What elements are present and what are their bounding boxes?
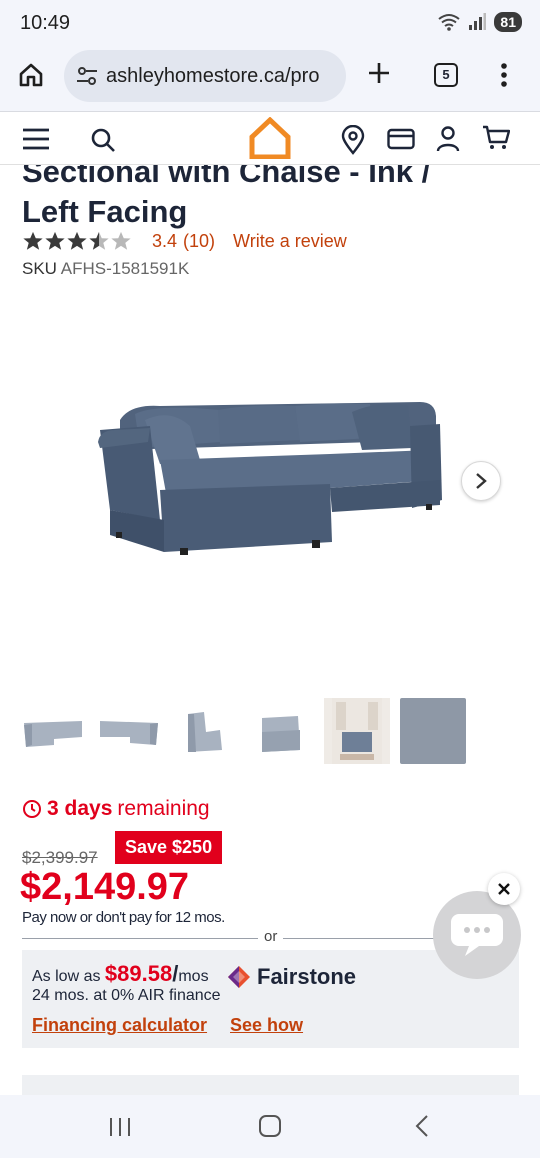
see-how-link[interactable]: See how [230,1015,303,1036]
chevron-right-icon [476,473,487,489]
address-bar[interactable]: ashleyhomestore.ca/pro [64,50,346,102]
thumbnail-sectional-right[interactable] [96,698,162,764]
thumbnail-strip [20,698,466,764]
thumbnail-room-scene[interactable] [324,698,390,764]
tab-switcher-button[interactable]: 5 [434,63,458,87]
search-icon[interactable] [90,127,116,153]
pay-later-note: Pay now or don't pay for 12 mos. [22,909,225,926]
review-count[interactable]: (10) [183,231,215,252]
sku-label: SKU [22,259,57,278]
cart-icon[interactable] [482,125,510,151]
chat-close-button[interactable] [488,873,520,905]
system-nav-bar [0,1095,540,1158]
fairstone-logo: Fairstone [227,964,356,990]
mos-label: mos [178,968,209,985]
more-menu-icon[interactable] [500,62,508,88]
clock-icon [23,800,41,818]
home-icon[interactable] [18,62,44,88]
home-button-icon[interactable] [258,1114,282,1138]
account-icon[interactable] [436,125,460,153]
star-full-icon [67,231,87,250]
star-half-icon [89,231,109,250]
image-next-button[interactable] [461,461,501,501]
battery-badge: 81 [494,12,522,32]
browser-toolbar: ashleyhomestore.ca/pro 5 [0,46,540,112]
as-low-as-label: As low as [32,968,101,985]
close-icon [498,883,510,895]
star-rating[interactable] [22,230,132,252]
sku-value: AFHS-1581591K [60,259,190,278]
status-time: 10:49 [20,12,71,34]
rating-score[interactable]: 3.4 [152,231,177,252]
sale-timer: 3 days remaining [22,797,210,821]
financing-terms: 24 mos. at 0% AIR finance [32,987,221,1004]
timer-count: 3 days [47,797,113,820]
site-header [0,113,540,165]
financing-calculator-link[interactable]: Financing calculator [32,1015,207,1036]
wifi-icon [438,14,461,31]
fairstone-diamond-icon [228,966,250,988]
new-tab-icon[interactable] [366,60,392,86]
fairstone-brand: Fairstone [257,964,357,989]
star-full-icon [45,231,65,250]
or-label: or [258,928,284,945]
url-text: ashleyhomestore.ca/pro [106,65,320,87]
rating-row: 3.4 (10) Write a review [22,230,347,252]
thumbnail-armless-chair[interactable] [172,698,238,764]
sku-row: SKU AFHS-1581591K [22,259,189,279]
thumbnail-fabric-swatch[interactable] [400,698,466,764]
save-badge: Save $250 [115,831,223,864]
back-icon[interactable] [413,1114,431,1138]
product-main-image[interactable] [90,330,450,570]
sale-price: $2,149.97 [20,866,190,908]
star-empty-icon [111,231,131,250]
ashley-logo-icon[interactable] [248,117,292,159]
thumbnail-corner-chair[interactable] [248,698,314,764]
monthly-amount: $89.58 [104,961,173,986]
store-location-icon[interactable] [341,125,365,155]
status-bar: 10:49 81 [0,0,540,46]
hamburger-menu-icon[interactable] [22,128,50,150]
financing-amount-line: As low as $89.58/mos [32,961,209,987]
original-price: $2,399.97 [22,848,98,867]
recent-apps-icon[interactable] [108,1116,132,1138]
chat-bubble-icon [451,914,503,956]
write-review-link[interactable]: Write a review [233,231,347,252]
site-settings-icon[interactable] [76,66,98,86]
thumbnail-sectional-left[interactable] [20,698,86,764]
signal-icon [469,13,487,30]
product-title-line2: Left Facing [22,194,188,229]
star-full-icon [23,231,43,250]
credit-card-icon[interactable] [387,128,415,150]
timer-suffix: remaining [117,797,210,820]
system-icons: 81 [438,12,522,32]
